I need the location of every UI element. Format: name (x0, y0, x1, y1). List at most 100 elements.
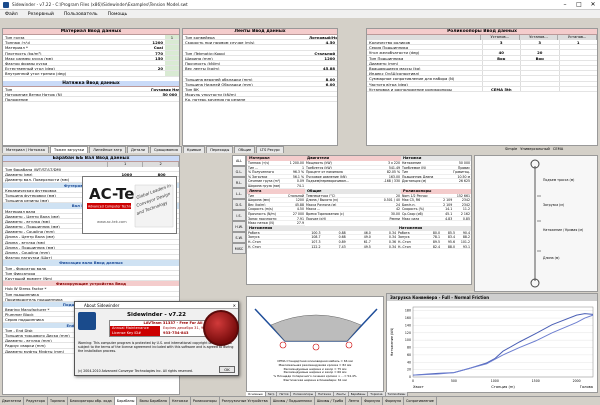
row-value[interactable]: Лотковый/НоабКонвейет (309, 35, 337, 39)
side-tab[interactable]: H.W. (232, 221, 246, 232)
row-value[interactable] (137, 71, 165, 75)
roller-cell[interactable] (558, 60, 598, 65)
row-value[interactable]: 1200 (309, 56, 337, 60)
row-value[interactable] (137, 35, 165, 39)
row-value[interactable] (165, 50, 179, 55)
row-value[interactable]: Грузовая Натяжка (151, 87, 179, 91)
row-value[interactable] (165, 40, 179, 45)
input-tab[interactable]: Общие (234, 146, 256, 153)
row-value[interactable]: 4.50 (309, 40, 337, 44)
roller-cell[interactable] (520, 76, 559, 81)
drum-cell[interactable] (109, 167, 144, 171)
side-tab[interactable]: S.W. (232, 232, 246, 243)
input-tab[interactable]: Тяжел загрузки (50, 146, 89, 153)
component-tab[interactable]: Формула (362, 396, 384, 405)
component-tab[interactable]: Шкивы / Подшипники (271, 396, 315, 405)
roller-cell[interactable] (481, 81, 521, 86)
side-tab[interactable]: R.L. (232, 177, 246, 188)
input-tab[interactable]: LTS Ресурс (256, 146, 285, 153)
component-tab[interactable]: Разгрузочные Устройства (220, 396, 271, 405)
roller-cell[interactable]: Вор (481, 55, 521, 60)
roller-cell[interactable] (520, 86, 559, 91)
row-value[interactable] (165, 66, 179, 71)
input-tab[interactable]: Материал / Натяжка (2, 146, 49, 153)
roller-cell[interactable]: CEMA 5th (481, 86, 521, 91)
roller-cell[interactable] (520, 60, 559, 65)
roller-cell[interactable] (558, 81, 598, 86)
roller-cell[interactable]: 3 (520, 40, 559, 45)
row-value[interactable]: 8.00 (309, 77, 337, 81)
component-tab[interactable]: Двигатели (0, 396, 25, 405)
drum-cell[interactable] (144, 167, 179, 171)
component-tab[interactable]: Барабаны (114, 396, 138, 405)
roller-cell[interactable] (558, 65, 598, 71)
row-value[interactable]: 20 (137, 66, 165, 70)
row-value[interactable]: 6.00 (309, 82, 337, 86)
roller-cell[interactable] (520, 81, 559, 86)
roller-cell[interactable] (481, 76, 521, 81)
menu-help[interactable]: Помощь (103, 12, 133, 17)
about-close-icon[interactable]: ✕ (233, 302, 236, 309)
row-value[interactable]: Стальной (309, 51, 337, 55)
about-ok-button[interactable]: OK (219, 366, 235, 373)
component-tab[interactable]: Шкивы / Трибо (315, 396, 347, 405)
row-value[interactable] (309, 92, 337, 96)
menu-user[interactable]: Пользователь (59, 12, 103, 17)
component-tab[interactable]: Валы Барабана (137, 396, 170, 405)
roller-cell[interactable] (558, 86, 598, 91)
roller-cell[interactable] (481, 45, 521, 50)
roller-cell[interactable]: Вор (520, 55, 559, 60)
roller-cell[interactable] (481, 71, 521, 76)
row-value[interactable] (309, 61, 337, 65)
side-tab[interactable]: MISC (232, 243, 246, 254)
roller-cell[interactable]: 3 (481, 40, 521, 45)
roller-cell[interactable] (520, 71, 559, 76)
row-value[interactable] (309, 87, 337, 91)
component-tab[interactable]: Сопротивление (404, 396, 437, 405)
radio-cema[interactable]: CEMA (553, 147, 563, 151)
menu-file[interactable]: Файл (0, 12, 23, 17)
radio-universal[interactable]: Универсальный (520, 147, 550, 151)
menu-backup[interactable]: Резервный (23, 12, 59, 17)
row-value[interactable] (165, 60, 179, 66)
input-tab[interactable]: Линейные затр (89, 146, 127, 153)
roller-cell[interactable]: 40 (481, 50, 521, 55)
row-value[interactable]: 770 (137, 51, 165, 55)
side-tab[interactable]: G.L. (232, 166, 246, 177)
row-value[interactable]: 150 (137, 56, 165, 60)
roller-cell[interactable]: 20 (520, 50, 559, 55)
row-value[interactable] (137, 61, 165, 65)
close-button[interactable]: ✕ (586, 0, 600, 10)
roller-cell[interactable] (558, 76, 598, 81)
minimize-button[interactable]: – (558, 0, 572, 10)
row-value[interactable]: 50 000 (151, 92, 179, 96)
row-value[interactable] (309, 97, 337, 101)
component-tab[interactable]: Роликоопоры (191, 396, 220, 405)
input-tab[interactable]: Детали (127, 146, 149, 153)
input-tab[interactable]: Кривые (182, 146, 206, 153)
side-tab[interactable]: D.S. (232, 199, 246, 210)
roller-cell[interactable]: 1 (558, 40, 598, 45)
roller-cell[interactable] (481, 65, 521, 71)
roller-cell[interactable] (558, 71, 598, 76)
side-tab[interactable]: ALL (232, 155, 246, 166)
component-tab[interactable]: Лента (346, 396, 363, 405)
row-value[interactable] (165, 55, 179, 60)
side-tab[interactable]: L.L. (232, 188, 246, 199)
row-value[interactable] (309, 71, 337, 75)
component-tab[interactable]: Формула (383, 396, 405, 405)
roller-cell[interactable] (558, 55, 598, 60)
row-value[interactable]: Coal (137, 45, 165, 49)
roller-cell[interactable] (520, 45, 559, 50)
component-tab[interactable]: Редуктора (24, 396, 48, 405)
radio-simple[interactable]: Simple (505, 147, 517, 151)
roller-cell[interactable] (520, 65, 559, 71)
roller-cell[interactable] (558, 45, 598, 50)
row-value[interactable] (309, 45, 337, 49)
component-tab[interactable]: Натяжки (170, 396, 191, 405)
roller-cell[interactable] (481, 60, 521, 65)
row-value[interactable] (165, 71, 179, 76)
row-value[interactable]: 45.88 (309, 66, 337, 70)
row-value[interactable]: 1 (165, 35, 179, 40)
row-value[interactable] (165, 45, 179, 50)
